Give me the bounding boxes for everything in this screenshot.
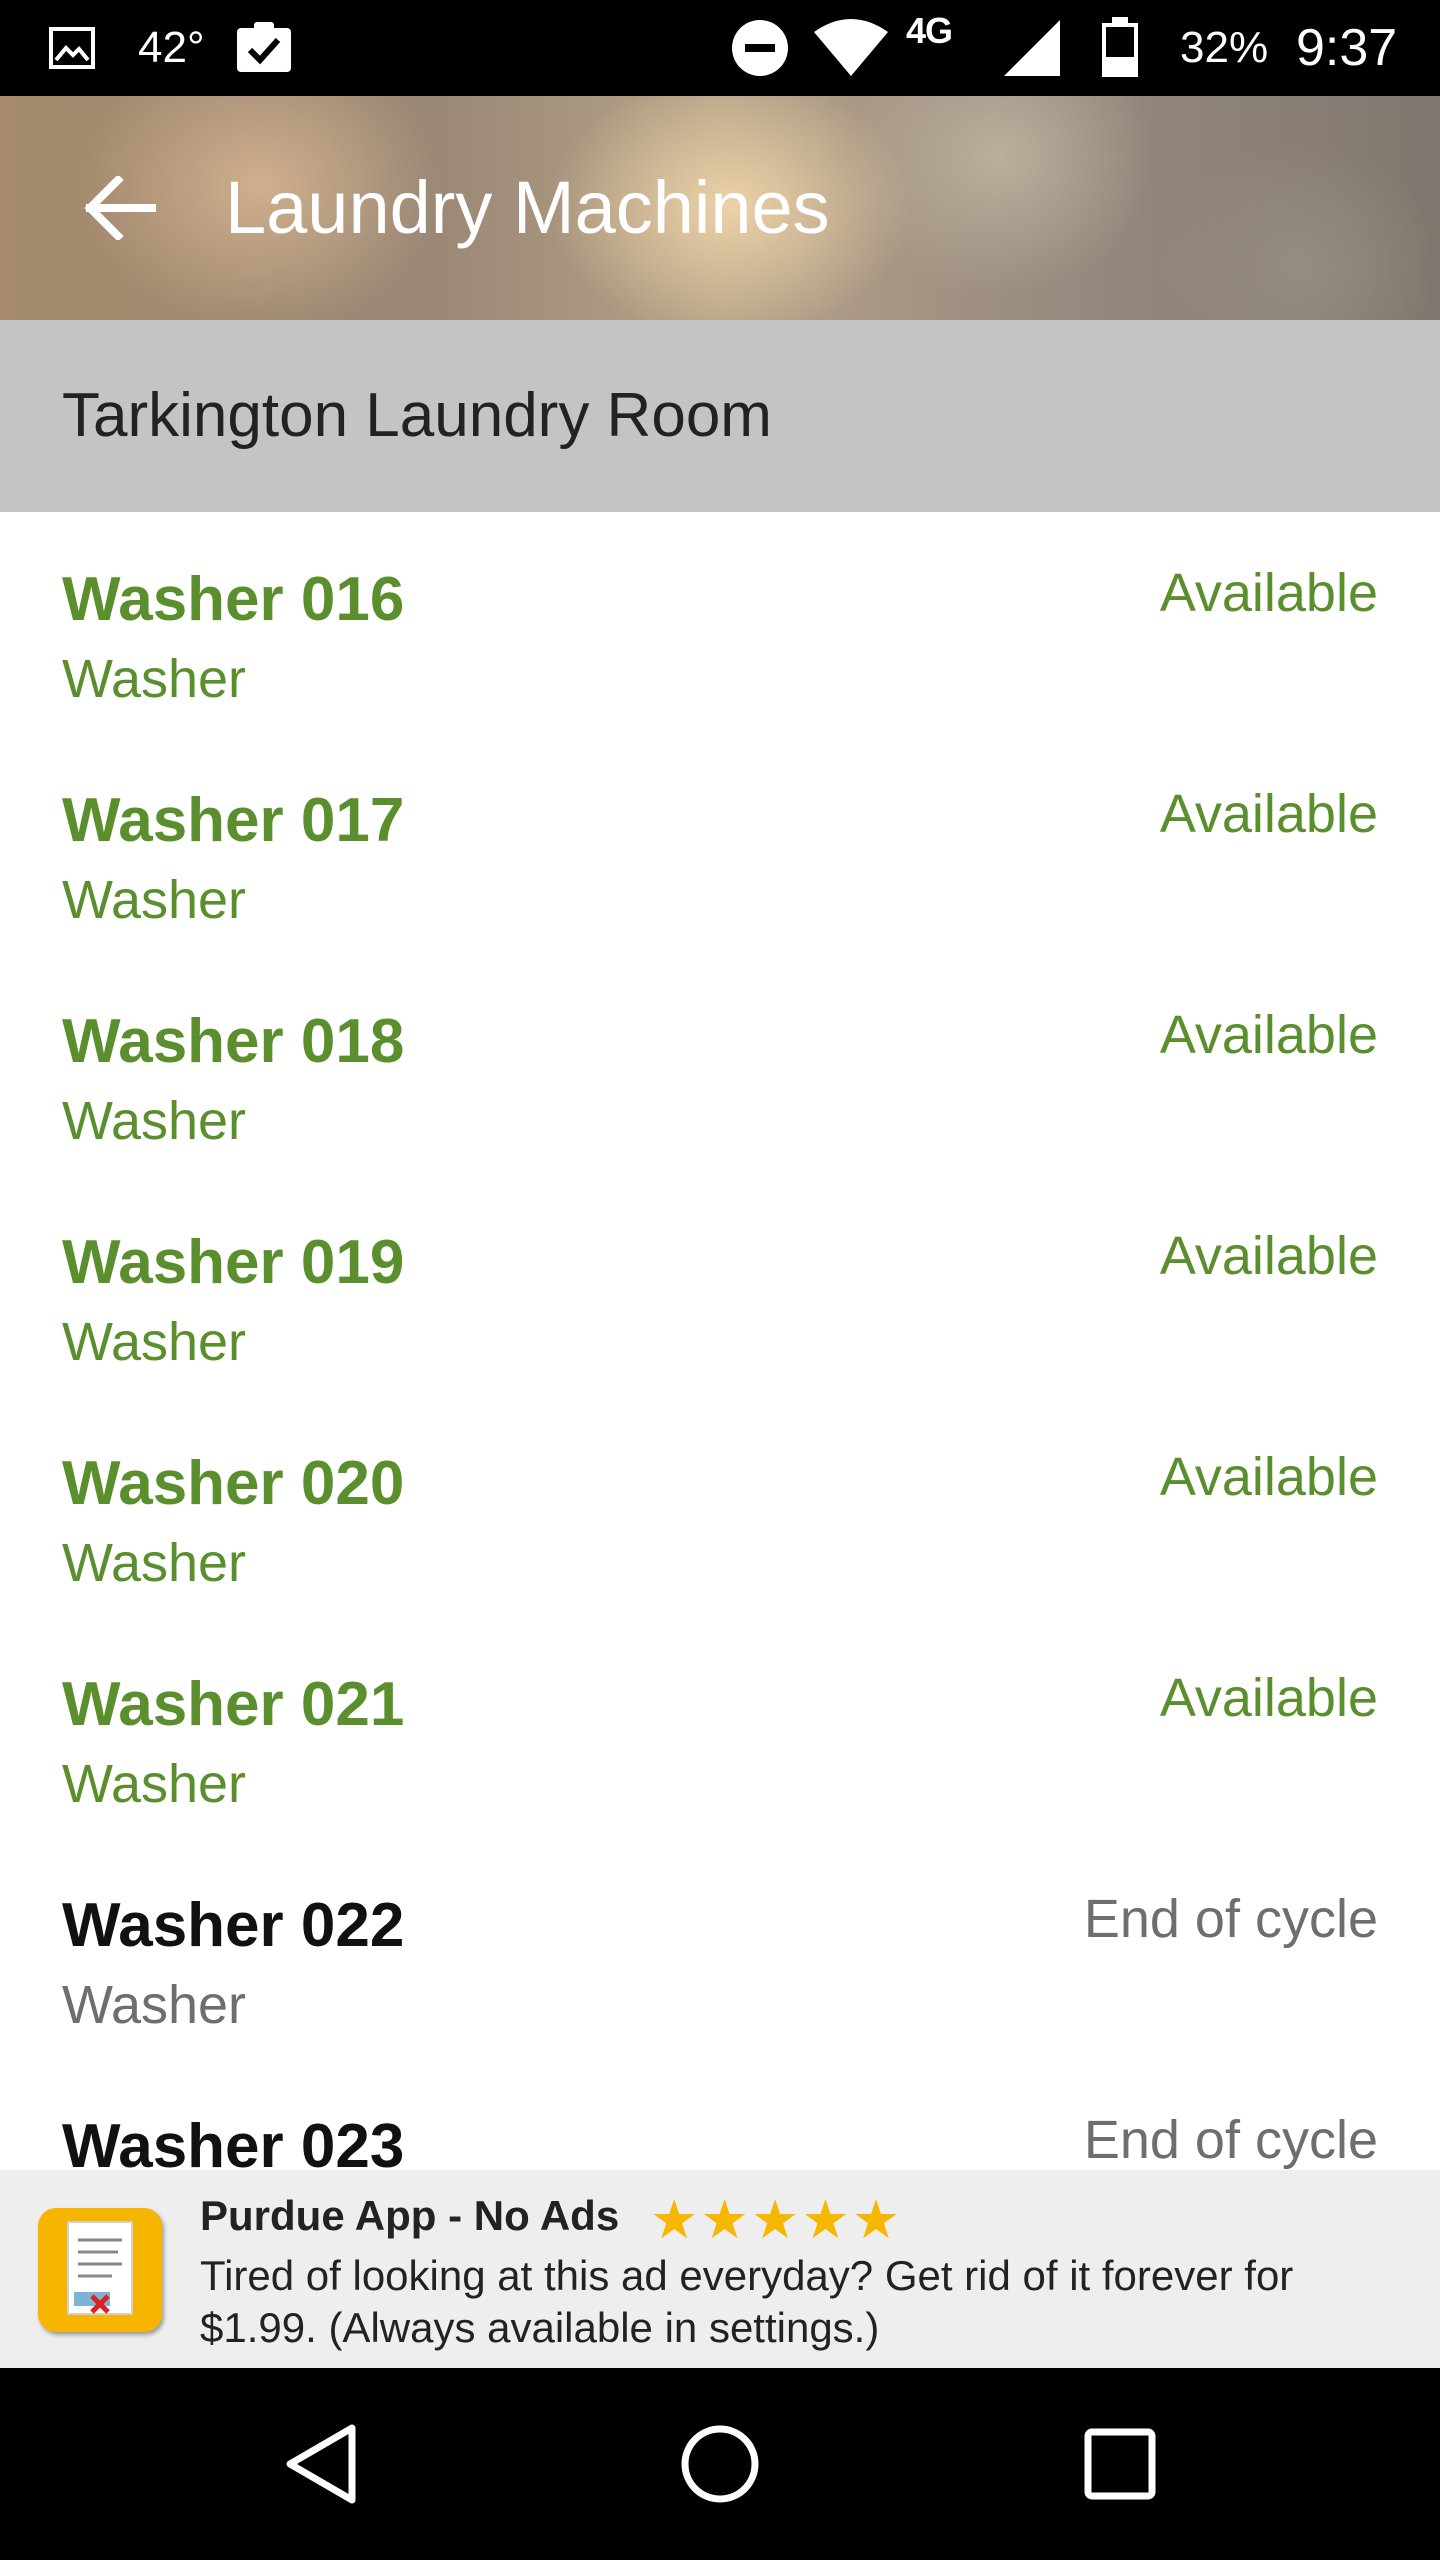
machine-row[interactable]: Washer 017 Washer Available (0, 733, 1440, 954)
machine-row[interactable]: Washer 023WasherEnd of cycle (0, 2059, 1440, 2170)
battery-percent-text: 32% (1180, 23, 1269, 72)
machine-row[interactable]: Washer 022 Washer End of cycle (0, 1838, 1440, 2059)
laundry-room-header: Tarkington Laundry Room (0, 320, 1440, 512)
star-icon: ★ (650, 2190, 699, 2250)
status-bar: 42° 4G 32% 9:37 (0, 0, 1440, 96)
clipboard-check-icon (234, 0, 294, 96)
machine-name: Washer 021 (62, 1670, 405, 1739)
machine-status: Available (1159, 784, 1378, 844)
machine-status: Available (1159, 1005, 1378, 1065)
page-title: Laundry Machines (225, 166, 830, 249)
machine-type: Washer (62, 1975, 247, 2035)
nav-recents-button[interactable] (1060, 2404, 1180, 2524)
machine-row[interactable]: Washer 019 Washer Available (0, 1175, 1440, 1396)
machine-status: Available (1159, 563, 1378, 623)
machine-row[interactable]: Washer 016 Washer Available (0, 512, 1440, 733)
machine-name: Washer 022 (62, 1891, 405, 1960)
app-toolbar: Laundry Machines (0, 96, 1440, 320)
laundry-room-title: Tarkington Laundry Room (62, 381, 772, 450)
machine-name: Washer 020 (62, 1449, 405, 1518)
nav-back-icon (286, 2424, 356, 2504)
image-icon (48, 0, 96, 96)
machine-type: Washer (62, 649, 247, 709)
network-label: 4G (906, 10, 953, 51)
machine-name: Washer 016 (62, 565, 405, 634)
nav-recents-icon (1084, 2428, 1156, 2500)
clock-text: 9:37 (1296, 19, 1398, 77)
ad-banner[interactable]: Purdue App - No Ads ★ ★ ★ ★ ★ Tired of looki… (0, 2170, 1440, 2368)
machine-status: Available (1159, 1447, 1378, 1507)
machine-row[interactable]: Washer 021 Washer Available (0, 1617, 1440, 1838)
machine-status: End of cycle (1083, 1889, 1378, 1949)
cell-signal-icon (996, 0, 1062, 96)
star-icon: ★ (801, 2190, 850, 2250)
ad-rating: ★ ★ ★ ★ ★ (650, 2192, 902, 2248)
navigation-bar (0, 2368, 1440, 2560)
machine-name: Washer 019 (62, 1228, 405, 1297)
do-not-disturb-icon (730, 0, 790, 96)
machine-name: Washer 017 (62, 786, 405, 855)
wifi-icon (812, 0, 890, 96)
machine-row[interactable]: Washer 018 Washer Available (0, 954, 1440, 1175)
arrow-back-icon (84, 176, 156, 240)
ad-text: Tired of looking at this ad everyday? Ge… (200, 2252, 1294, 2351)
machine-status: End of cycle (1083, 2110, 1378, 2170)
ad-title: Purdue App - No Ads (200, 2192, 620, 2239)
star-icon: ★ (851, 2190, 901, 2250)
machine-type: Washer (62, 1533, 247, 1593)
machine-type: Washer (62, 1091, 247, 1151)
temperature-text: 42° (138, 23, 205, 72)
machine-type: Washer (62, 1754, 247, 1814)
machine-name: Washer 023 (62, 2112, 405, 2170)
star-icon: ★ (750, 2190, 800, 2250)
nav-home-button[interactable] (660, 2404, 780, 2524)
machine-status: Available (1159, 1226, 1378, 1286)
nav-home-icon (681, 2425, 759, 2503)
nav-back-button[interactable] (262, 2404, 382, 2524)
star-icon: ★ (700, 2190, 749, 2250)
machine-type: Washer (62, 1312, 247, 1372)
app-screen: 42° 4G 32% 9:37 Laundry Machines Tarking… (0, 0, 1440, 2560)
machine-name: Washer 018 (62, 1007, 405, 1076)
battery-icon (1100, 0, 1140, 96)
receipt-icon (38, 2208, 162, 2332)
machine-row[interactable]: Washer 020 Washer Available (0, 1396, 1440, 1617)
machine-list[interactable]: Washer 016 Washer Available Washer 017 Washe… (0, 512, 1440, 2170)
lte-icon: 4G (906, 0, 953, 80)
back-button[interactable] (60, 148, 180, 268)
machine-type: Washer (62, 870, 247, 930)
machine-status: Available (1159, 1668, 1378, 1728)
